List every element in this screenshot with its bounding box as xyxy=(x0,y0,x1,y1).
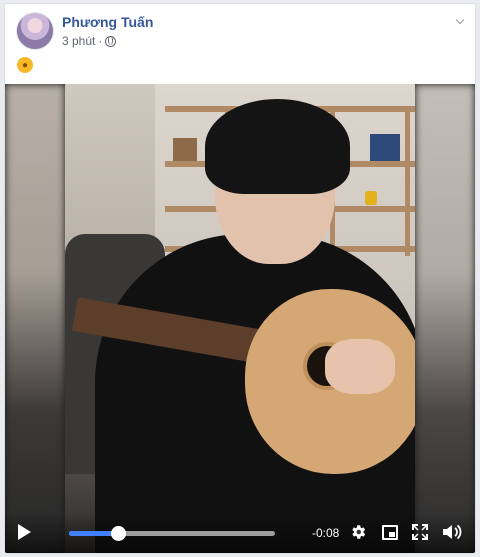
video-frame xyxy=(65,84,415,553)
pip-icon[interactable] xyxy=(382,525,398,540)
post-time[interactable]: 3 phút xyxy=(62,34,95,48)
avatar[interactable] xyxy=(16,12,54,50)
globe-icon[interactable] xyxy=(105,35,117,47)
video-blur-left xyxy=(5,84,65,553)
post-header: Phương Tuấn 3 phút · ● xyxy=(5,4,475,84)
author-name[interactable]: Phương Tuấn xyxy=(62,14,153,30)
gear-icon[interactable] xyxy=(349,523,367,541)
video-controls: -0:08 xyxy=(5,513,475,553)
video-player[interactable]: -0:08 xyxy=(5,84,475,553)
progress-bar[interactable] xyxy=(69,526,275,541)
strumming-hand xyxy=(325,339,395,394)
video-blur-right xyxy=(415,84,475,553)
fullscreen-icon[interactable] xyxy=(412,524,428,540)
chevron-down-icon[interactable] xyxy=(455,16,465,26)
person-hair xyxy=(205,99,350,194)
volume-icon[interactable] xyxy=(442,523,464,541)
post-card: Phương Tuấn 3 phút · ● -0:08 xyxy=(4,3,476,554)
post-meta: 3 phút · xyxy=(62,34,117,48)
lion-emoji-icon: ● xyxy=(17,57,33,73)
remaining-time: -0:08 xyxy=(312,526,340,540)
meta-separator: · xyxy=(98,34,103,48)
progress-handle[interactable] xyxy=(111,526,127,541)
play-icon[interactable] xyxy=(18,524,31,540)
